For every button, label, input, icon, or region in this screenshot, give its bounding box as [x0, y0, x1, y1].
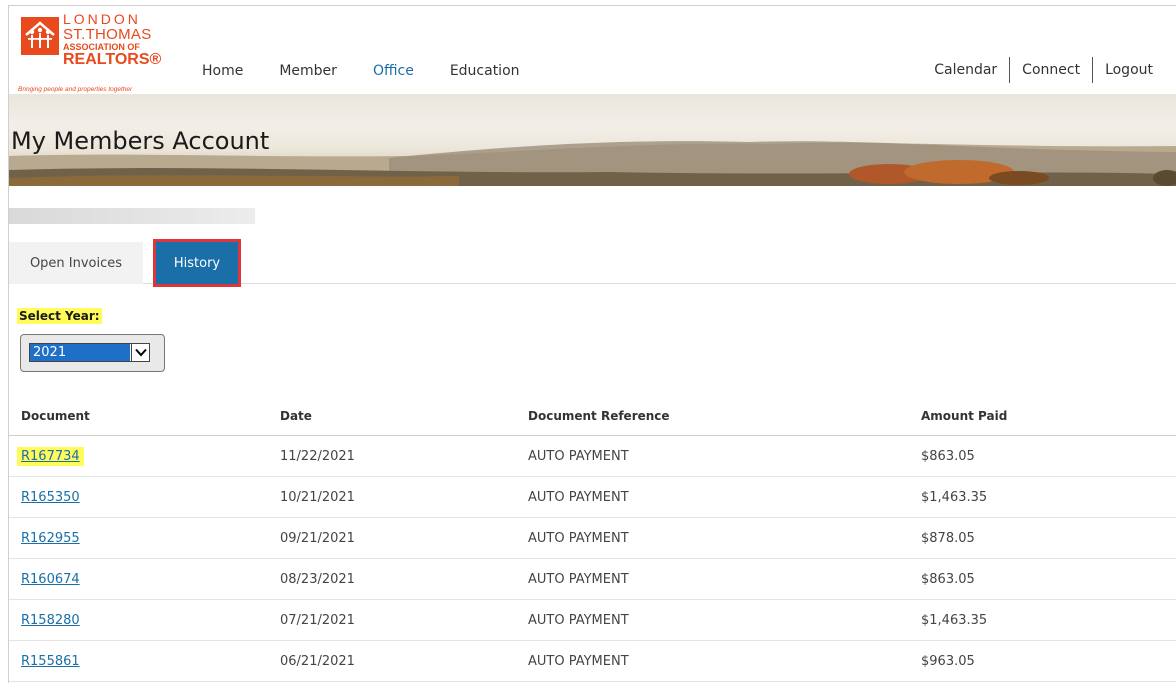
nav-education[interactable]: Education	[450, 63, 520, 79]
table-row: R155861 06/21/2021 AUTO PAYMENT $963.05	[9, 641, 1176, 682]
header-amount-paid: Amount Paid	[921, 408, 1008, 423]
nav-member[interactable]: Member	[279, 63, 337, 79]
nav-connect[interactable]: Connect	[1010, 56, 1092, 84]
date-cell: 07/21/2021	[280, 612, 355, 628]
header-document: Document	[21, 408, 90, 423]
nav-logout[interactable]: Logout	[1093, 56, 1165, 84]
logo-tagline: Bringing people and properties together	[18, 86, 133, 93]
reference-cell: AUTO PAYMENT	[528, 489, 629, 505]
table-row: R165350 10/21/2021 AUTO PAYMENT $1,463.3…	[9, 477, 1176, 518]
amount-cell: $878.05	[921, 530, 975, 546]
nav-home[interactable]: Home	[202, 63, 243, 79]
tab-history[interactable]: History	[156, 242, 238, 284]
amount-cell: $863.05	[921, 571, 975, 587]
date-cell: 10/21/2021	[280, 489, 355, 505]
tab-open-invoices[interactable]: Open Invoices	[9, 242, 143, 284]
nav-calendar[interactable]: Calendar	[922, 56, 1009, 84]
landscape-banner: My Members Account	[9, 94, 1176, 186]
page-title: My Members Account	[11, 127, 270, 155]
table-row: R160674 08/23/2021 AUTO PAYMENT $863.05	[9, 559, 1176, 600]
logo-line-1: LONDON	[63, 11, 141, 27]
reference-cell: AUTO PAYMENT	[528, 653, 629, 669]
date-cell: 08/23/2021	[280, 571, 355, 587]
year-select-field[interactable]: 2021	[29, 343, 150, 362]
year-select[interactable]: 2021	[20, 334, 165, 372]
date-cell: 11/22/2021	[280, 448, 355, 464]
reference-cell: AUTO PAYMENT	[528, 612, 629, 628]
logo-line-4: REALTORS®	[63, 51, 162, 68]
history-table: Document Date Document Reference Amount …	[9, 396, 1176, 682]
document-link[interactable]: R158280	[21, 613, 80, 628]
nav-office[interactable]: Office	[373, 63, 414, 79]
member-name-placeholder	[9, 208, 255, 224]
table-row: R167734 11/22/2021 AUTO PAYMENT $863.05	[9, 436, 1176, 477]
realtors-logo[interactable]: LONDON ST.THOMAS ASSOCIATION OF REALTORS…	[17, 10, 177, 93]
reference-cell: AUTO PAYMENT	[528, 448, 629, 464]
amount-cell: $1,463.35	[921, 489, 988, 505]
amount-cell: $963.05	[921, 653, 975, 669]
document-link[interactable]: R167734	[17, 446, 84, 466]
reference-cell: AUTO PAYMENT	[528, 571, 629, 587]
date-cell: 06/21/2021	[280, 653, 355, 669]
tab-bar: Open Invoices History	[9, 242, 1176, 284]
logo-wordmark: LONDON ST.THOMAS ASSOCIATION OF REALTORS…	[63, 12, 161, 68]
house-people-icon	[21, 17, 59, 55]
select-year-label: Select Year:	[17, 308, 102, 324]
year-select-value[interactable]: 2021	[30, 344, 130, 361]
document-link[interactable]: R162955	[21, 531, 80, 546]
reference-cell: AUTO PAYMENT	[528, 530, 629, 546]
table-row: R162955 09/21/2021 AUTO PAYMENT $878.05	[9, 518, 1176, 559]
site-header: LONDON ST.THOMAS ASSOCIATION OF REALTORS…	[9, 6, 1176, 94]
amount-cell: $863.05	[921, 448, 975, 464]
document-link[interactable]: R155861	[21, 654, 80, 669]
table-header: Document Date Document Reference Amount …	[9, 396, 1176, 436]
date-cell: 09/21/2021	[280, 530, 355, 546]
header-date: Date	[280, 408, 312, 423]
table-row: R158280 07/21/2021 AUTO PAYMENT $1,463.3…	[9, 600, 1176, 641]
utility-nav: Calendar Connect Logout	[922, 56, 1165, 84]
document-link[interactable]: R165350	[21, 490, 80, 505]
chevron-down-icon[interactable]	[131, 344, 149, 361]
document-link[interactable]: R160674	[21, 572, 80, 587]
main-nav: Home Member Office Education	[202, 63, 556, 79]
header-document-reference: Document Reference	[528, 408, 670, 423]
amount-cell: $1,463.35	[921, 612, 988, 628]
logo-line-2: ST.THOMAS	[63, 26, 152, 43]
page-frame: LONDON ST.THOMAS ASSOCIATION OF REALTORS…	[8, 5, 1176, 683]
